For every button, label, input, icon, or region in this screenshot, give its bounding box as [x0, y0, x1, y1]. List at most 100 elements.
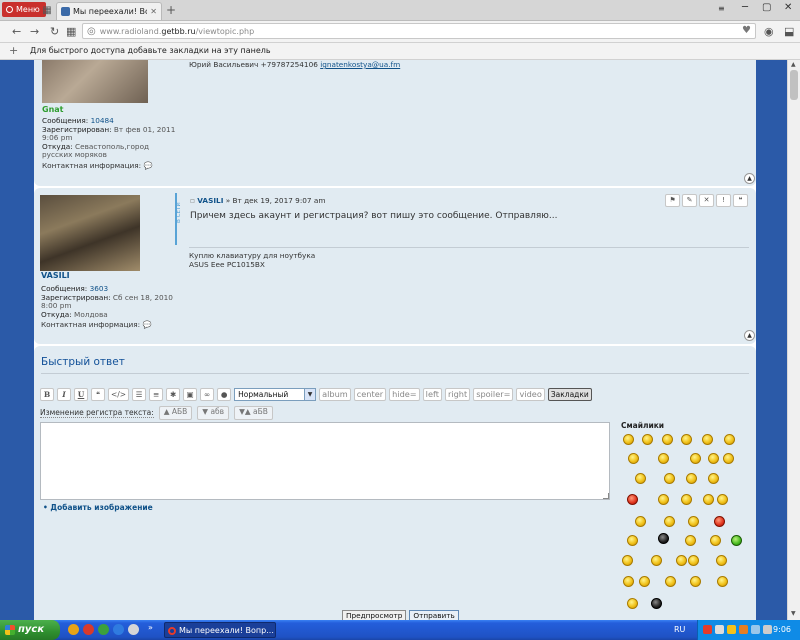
smiley-icon[interactable]	[685, 535, 696, 546]
bookmarks-button[interactable]: Закладки	[547, 388, 592, 401]
smiley-icon[interactable]	[622, 555, 633, 566]
reload-icon[interactable]: ↻	[50, 25, 59, 38]
smiley-icon[interactable]	[714, 516, 725, 527]
quicklaunch-expand-icon[interactable]: »	[148, 623, 159, 634]
browser-tab-active[interactable]: Мы переехали! Вопросы и ✕	[56, 2, 162, 20]
scroll-down-icon[interactable]: ▼	[791, 610, 796, 617]
smiley-icon[interactable]	[642, 434, 653, 445]
smiley-icon[interactable]	[688, 516, 699, 527]
smiley-icon[interactable]	[724, 434, 735, 445]
opera-quicklaunch-icon[interactable]	[83, 624, 94, 635]
signature-email-link[interactable]: ignatenkostya@ua.fm	[320, 60, 400, 69]
report-icon[interactable]: !	[716, 194, 731, 207]
uppercase-button[interactable]: ▲ АБВ	[158, 406, 193, 420]
close-tab-icon[interactable]: ✕	[150, 7, 157, 16]
smiley-icon[interactable]	[690, 576, 701, 587]
stash-icon[interactable]: ⬓	[784, 25, 794, 38]
chat-icon[interactable]: 💬	[143, 161, 152, 170]
smiley-icon[interactable]	[690, 453, 701, 464]
submit-button[interactable]: Отправить	[409, 610, 459, 620]
bookmark-icon[interactable]: ⚑	[665, 194, 680, 207]
smiley-icon[interactable]	[703, 494, 714, 505]
scrollbar-thumb[interactable]	[790, 70, 798, 100]
smiley-icon[interactable]	[658, 494, 669, 505]
link-button[interactable]: ∞	[200, 388, 215, 401]
smiley-icon[interactable]	[627, 598, 638, 609]
start-button[interactable]: пуск	[0, 620, 60, 640]
new-tab-icon[interactable]: +	[166, 3, 176, 17]
bbcode-video-button[interactable]: video	[516, 388, 545, 401]
smiley-icon[interactable]	[658, 453, 669, 464]
smiley-icon[interactable]	[676, 555, 687, 566]
lowercase-button[interactable]: ▼ абв	[197, 406, 230, 420]
tray-icon[interactable]	[727, 625, 736, 634]
quicklaunch-icon[interactable]	[128, 624, 139, 635]
smiley-icon[interactable]	[716, 555, 727, 566]
preview-button[interactable]: Предпросмотр	[342, 610, 407, 620]
tabs-grid-icon[interactable]: ▦	[40, 3, 54, 17]
heart-bookmark-icon[interactable]: ♥	[742, 25, 751, 36]
smiley-icon[interactable]	[651, 598, 662, 609]
back-to-top-icon[interactable]: ▲	[744, 173, 755, 184]
post-author[interactable]: VASILI	[197, 196, 223, 205]
close-window-icon[interactable]: ✕	[784, 2, 792, 13]
maximize-icon[interactable]: ▢	[762, 2, 771, 13]
smiley-icon[interactable]	[627, 535, 638, 546]
volume-icon[interactable]	[751, 625, 760, 634]
bbcode-right-button[interactable]: right	[444, 388, 471, 401]
bbcode-spoiler-button[interactable]: spoiler=	[473, 388, 514, 401]
resize-handle-icon[interactable]	[603, 493, 609, 499]
bbcode-hide-button[interactable]: hide=	[389, 388, 420, 401]
bold-button[interactable]: B	[40, 388, 54, 401]
list-button[interactable]: ☰	[132, 388, 147, 401]
smiley-icon[interactable]	[651, 555, 662, 566]
smiley-icon[interactable]	[662, 434, 673, 445]
delete-icon[interactable]: ✕	[699, 194, 714, 207]
ie-quicklaunch-icon[interactable]	[113, 624, 124, 635]
quote-icon[interactable]: ❝	[733, 194, 748, 207]
bomb-smiley-icon[interactable]	[658, 533, 669, 544]
italic-button[interactable]: I	[57, 388, 71, 401]
back-icon[interactable]: ←	[12, 25, 21, 38]
back-to-top-icon[interactable]: ▲	[744, 330, 755, 341]
smiley-icon[interactable]	[686, 473, 697, 484]
smiley-icon[interactable]	[708, 473, 719, 484]
bbcode-left-button[interactable]: left	[422, 388, 442, 401]
url-field[interactable]: ◎ www.radioland.getbb.ru/viewtopic.php ♥	[82, 23, 756, 39]
forward-icon[interactable]: →	[30, 25, 39, 38]
smiley-icon[interactable]	[688, 555, 699, 566]
clock[interactable]: 9:06	[773, 625, 791, 634]
edit-icon[interactable]: ✎	[682, 194, 697, 207]
smiley-icon[interactable]	[702, 434, 713, 445]
smiley-icon[interactable]	[710, 535, 721, 546]
smiley-icon[interactable]	[664, 516, 675, 527]
add-image-link[interactable]: • Добавить изображение	[43, 503, 153, 512]
message-textarea[interactable]	[40, 422, 610, 500]
smiley-icon[interactable]	[664, 473, 675, 484]
image-button[interactable]: ▣	[183, 388, 198, 401]
smiley-icon[interactable]	[731, 535, 742, 546]
username[interactable]: Gnat	[42, 105, 63, 114]
tab-menu-icon[interactable]: ≡	[718, 4, 725, 13]
scroll-up-icon[interactable]: ▲	[791, 61, 796, 68]
smiley-icon[interactable]	[681, 434, 692, 445]
tray-icon[interactable]	[715, 625, 724, 634]
downloads-icon[interactable]: ◉	[764, 25, 774, 38]
smiley-icon[interactable]	[635, 516, 646, 527]
language-indicator[interactable]: RU	[674, 625, 685, 634]
quicklaunch-icon[interactable]	[98, 624, 109, 635]
page-scrollbar[interactable]: ▲ ▼	[787, 60, 800, 620]
tray-icon[interactable]	[703, 625, 712, 634]
tray-icon[interactable]	[763, 625, 772, 634]
smiley-icon[interactable]	[708, 453, 719, 464]
speed-dial-icon[interactable]: ▦	[66, 25, 76, 38]
invert-case-button[interactable]: ▼▲ аБВ	[234, 406, 273, 420]
taskbar-window-button[interactable]: Мы переехали! Вопр...	[164, 622, 276, 638]
smiley-icon[interactable]	[635, 473, 646, 484]
minimize-icon[interactable]: ─	[742, 2, 748, 13]
smiley-icon[interactable]	[623, 576, 634, 587]
ordered-list-button[interactable]: ≡	[149, 388, 164, 401]
smiley-icon[interactable]	[639, 576, 650, 587]
bbcode-center-button[interactable]: center	[353, 388, 387, 401]
smiley-icon[interactable]	[628, 453, 639, 464]
